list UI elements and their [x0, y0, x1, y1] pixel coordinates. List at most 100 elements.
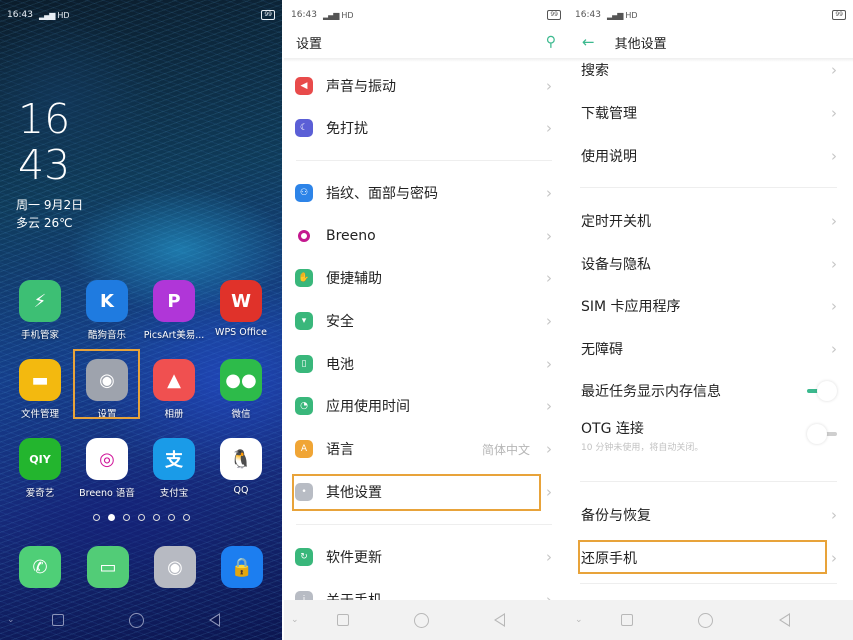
search-icon[interactable]: ⚲ [546, 34, 556, 50]
chevron-right-icon: › [546, 184, 552, 202]
toggle-switch[interactable] [807, 381, 837, 401]
app-file-manager[interactable]: ▬ 文件管理 [8, 359, 72, 420]
chevron-right-icon: › [546, 269, 552, 287]
settings-item-fingerprint[interactable]: ⚇ 指纹、面部与密码 › [284, 173, 568, 213]
app-breeno-voice[interactable]: ◎ Breeno 语音 [75, 438, 139, 499]
chevron-right-icon: › [546, 355, 552, 373]
other-settings-item[interactable]: OTG 连接 10 分钟未使用，将自动关闭。 [568, 414, 853, 454]
app-gallery[interactable]: ▲ 相册 [142, 359, 206, 420]
app-kugou-music[interactable]: K 酷狗音乐 [75, 280, 139, 341]
lock-icon: 🔒 [221, 546, 263, 588]
other-settings-item[interactable]: 无障碍 › [568, 329, 853, 369]
wps-office-icon: W [220, 280, 262, 322]
other-settings-item[interactable]: 备份与恢复 › [568, 495, 853, 535]
app-qq[interactable]: 🐧 QQ [209, 438, 273, 496]
clock-widget[interactable]: 16 43 [18, 96, 70, 188]
chevron-right-icon: › [546, 227, 552, 245]
home-screen: 16:43 ▂▄▆ HD 99 16 43 周一 9月2日 多云 26℃ ⚡ 手机… [0, 0, 282, 640]
camera-icon: ◉ [154, 546, 196, 588]
page-dot[interactable] [167, 514, 175, 521]
settings-item-do-not-disturb[interactable]: ☾ 免打扰 › [284, 108, 568, 148]
other-settings-screen: 16:43 ▂▄▆ HD 99 ← 其他设置 搜索 › 下载管理 › 使用说明 › 定时开关… [568, 0, 853, 640]
navigation-bar: ⌄ [284, 600, 568, 640]
settings-item-assist[interactable]: ✋ 便捷辅助 › [284, 258, 568, 298]
fingerprint-icon: ⚇ [295, 184, 313, 202]
toggle-switch[interactable] [807, 424, 837, 444]
dock-phone-dial[interactable]: ✆ [8, 546, 72, 588]
other-settings-item[interactable]: 下载管理 › [568, 93, 853, 133]
page-dot[interactable] [92, 514, 100, 521]
sound-icon: ◀ [295, 77, 313, 95]
back-button[interactable] [494, 613, 506, 627]
other-settings-item[interactable]: 定时开关机 › [568, 201, 853, 241]
settings-item-label: 软件更新 [326, 550, 382, 566]
chevron-right-icon: › [831, 255, 837, 273]
chevron-down-icon[interactable]: ⌄ [575, 615, 583, 625]
other-settings-item[interactable]: 搜索 › [568, 50, 853, 90]
home-button[interactable] [128, 612, 144, 628]
other-settings-item-label: 搜索 [581, 63, 609, 79]
app-label: WPS Office [215, 327, 267, 338]
dock-messages[interactable]: ▭ [76, 546, 140, 588]
other-settings-item[interactable]: 设备与隐私 › [568, 244, 853, 284]
status-time: 16:43 [291, 10, 317, 20]
settings-item-app-usage[interactable]: ◔ 应用使用时间 › [284, 386, 568, 426]
app-phone-manager[interactable]: ⚡ 手机管家 [8, 280, 72, 341]
settings-item-label: 安全 [326, 314, 354, 330]
gallery-icon: ▲ [153, 359, 195, 401]
back-button[interactable] [779, 613, 791, 627]
settings-item-battery[interactable]: ▯ 电池 › [284, 344, 568, 384]
app-wps-office[interactable]: W WPS Office [209, 280, 273, 338]
other-settings-item[interactable]: 最近任务显示内存信息 [568, 371, 853, 411]
app-iqiyi[interactable]: QIY 爱奇艺 [8, 438, 72, 499]
security-icon: ▾ [295, 312, 313, 330]
software-update-icon: ↻ [295, 548, 313, 566]
page-dot[interactable] [107, 514, 115, 521]
breeno-icon [295, 227, 313, 245]
dock-lock[interactable]: 🔒 [210, 546, 274, 588]
back-button[interactable] [208, 613, 220, 627]
app-wechat[interactable]: ●● 微信 [209, 359, 273, 420]
page-dot[interactable] [137, 514, 145, 521]
navigation-bar: ⌄ [568, 600, 853, 640]
app-usage-icon: ◔ [295, 397, 313, 415]
signal-icon: ▂▄▆ [38, 10, 56, 20]
clock-minute: 43 [18, 141, 71, 189]
app-picsart[interactable]: P PicsArt美易... [142, 280, 206, 341]
chevron-down-icon[interactable]: ⌄ [291, 615, 299, 625]
settings-item-software-update[interactable]: ↻ 软件更新 › [284, 537, 568, 577]
recents-button[interactable] [52, 614, 65, 626]
page-dot[interactable] [152, 514, 160, 521]
chevron-down-icon[interactable]: ⌄ [7, 615, 15, 625]
chevron-right-icon: › [831, 61, 837, 79]
settings-item-label: 免打扰 [326, 121, 368, 137]
language-icon: A [295, 440, 313, 458]
settings-screen: 16:43 ▂▄▆ HD 99 设置 ⚲ ◀ 声音与振动 › ☾ 免打扰 › ⚇ 指纹、面部与… [284, 0, 568, 640]
recents-button[interactable] [336, 614, 349, 626]
app-alipay[interactable]: 支支付宝 [142, 438, 206, 499]
iqiyi-icon: QIY [19, 438, 61, 480]
other-settings-item[interactable]: 使用说明 › [568, 136, 853, 176]
home-button[interactable] [413, 612, 429, 628]
settings-item-security[interactable]: ▾ 安全 › [284, 301, 568, 341]
settings-app-highlight [73, 349, 140, 419]
other-settings-item-label: 设备与隐私 [581, 257, 651, 273]
page-dot[interactable] [182, 514, 190, 521]
other-settings-item-label: 无障碍 [581, 342, 623, 358]
other-settings-item-label: 备份与恢复 [581, 508, 651, 524]
other-settings-item-label: 使用说明 [581, 149, 637, 165]
settings-item-sound[interactable]: ◀ 声音与振动 › [284, 66, 568, 106]
home-button[interactable] [698, 612, 714, 628]
settings-item-language[interactable]: A 语言 简体中文 › [284, 429, 568, 469]
settings-item-label: 声音与振动 [326, 79, 396, 95]
back-arrow-icon[interactable]: ← [582, 33, 595, 51]
other-settings-item[interactable]: SIM 卡应用程序 › [568, 286, 853, 326]
recents-button[interactable] [620, 614, 633, 626]
chevron-right-icon: › [831, 104, 837, 122]
settings-item-breeno[interactable]: Breeno › [284, 216, 568, 256]
dock-camera[interactable]: ◉ [143, 546, 207, 588]
settings-item-label: 便捷辅助 [326, 271, 382, 287]
page-dot[interactable] [122, 514, 130, 521]
network-label: HD [625, 10, 638, 20]
app-label: QQ [233, 485, 249, 496]
